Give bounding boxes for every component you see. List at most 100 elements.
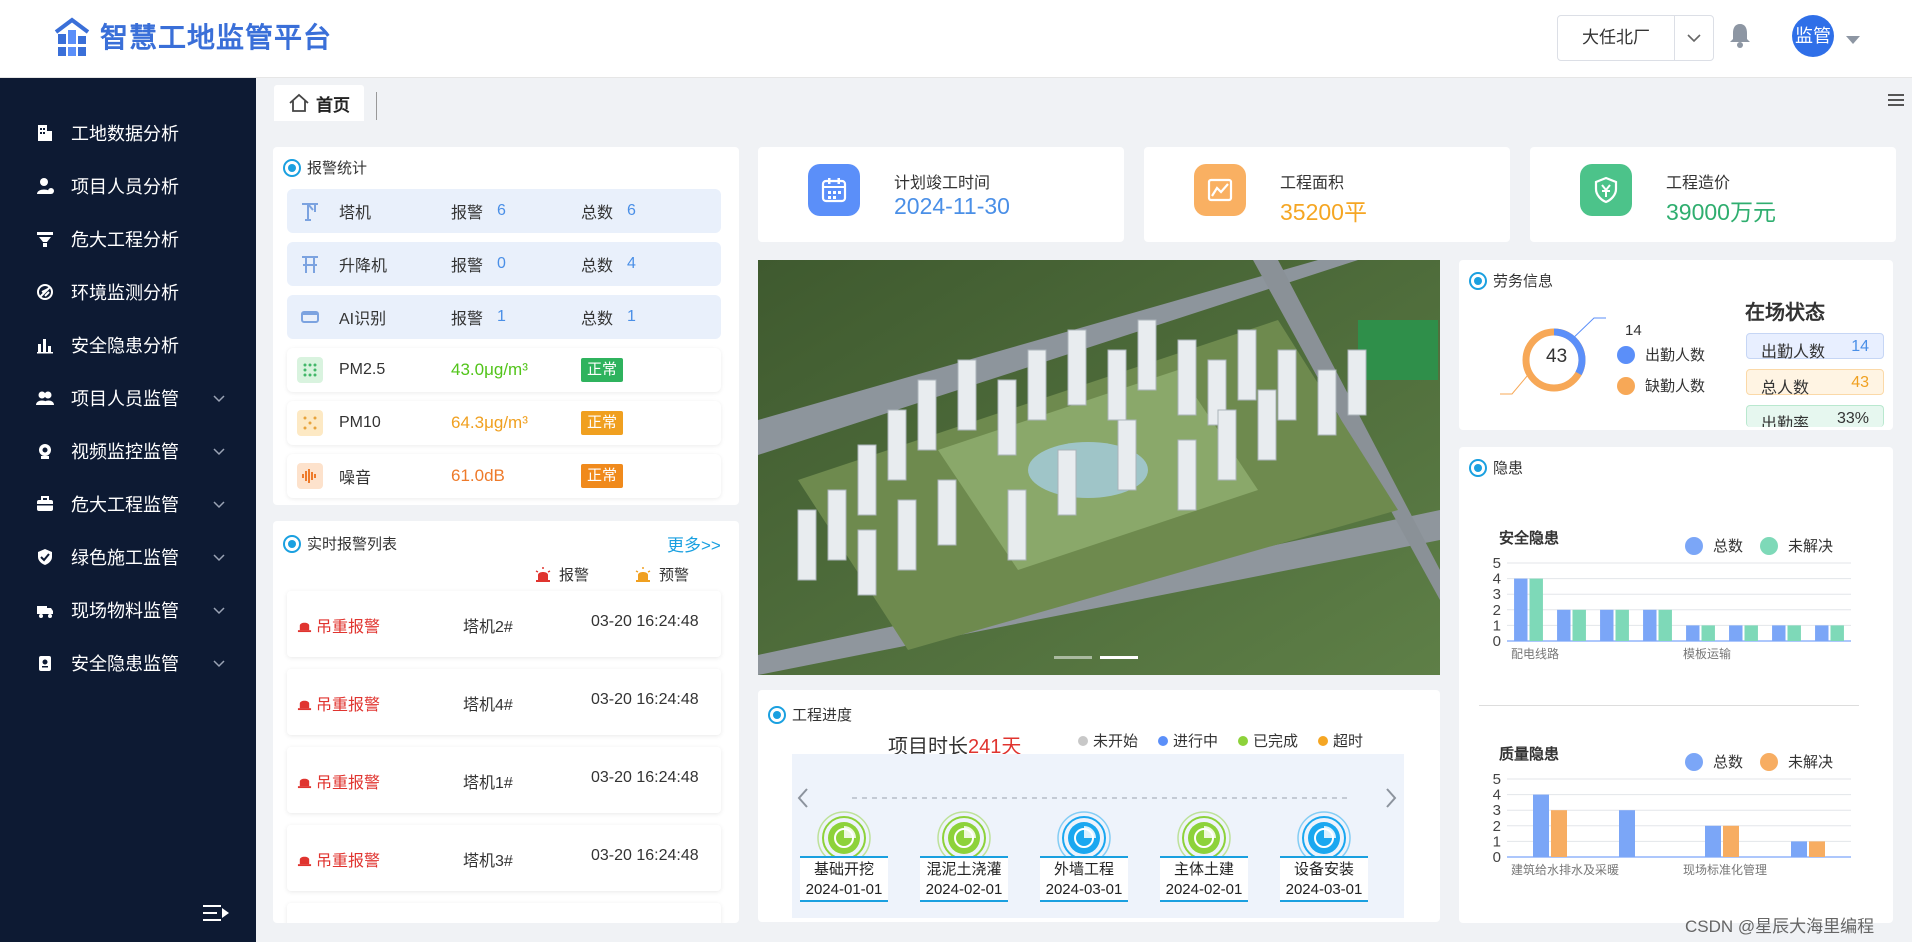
site-select[interactable]: 大任北厂 (1557, 15, 1714, 61)
legend-warning: 预警 (635, 564, 689, 585)
alarm-row-ai-recognition[interactable]: AI识别 报警 1 总数 1 (287, 295, 721, 339)
device-name: AI识别 (339, 311, 387, 328)
env-row-pm25[interactable]: PM2.5 43.0μg/m³ 正常 (287, 348, 721, 392)
pm10-icon (297, 410, 323, 436)
stat-label: 工程造价 (1666, 175, 1731, 192)
site-banner-image[interactable] (758, 260, 1440, 675)
carousel-dot-active[interactable] (1100, 656, 1138, 659)
logo[interactable]: 智慧工地监管平台 (52, 14, 332, 58)
alarm-type: 吊重报警 (297, 769, 380, 793)
sidebar-item-label: 工地数据分析 (71, 123, 179, 144)
alarm-type-text: 吊重报警 (316, 853, 381, 870)
total-label: 总数 (581, 205, 614, 222)
alarm-type: 吊重报警 (297, 691, 380, 715)
bar (1643, 609, 1657, 641)
siren-icon (297, 700, 312, 710)
menu-icon[interactable] (1888, 92, 1904, 113)
hazard-title: 隐患 (1469, 457, 1523, 478)
alarm-count: 0 (497, 255, 506, 272)
bar (1557, 609, 1571, 641)
progress-card: 工程进度 项目时长241天 未开始 进行中 已完成 超时 基础开挖 2024-01… (758, 690, 1440, 922)
sidebar-item-safety-supervision[interactable]: 安全隐患监管 (0, 636, 256, 689)
chevron-down-icon[interactable] (1675, 16, 1713, 60)
stat-label: 计划竣工时间 (894, 175, 991, 192)
sidebar-item-safety-analysis[interactable]: 安全隐患分析 (0, 318, 256, 371)
progress-title-text: 工程进度 (792, 707, 853, 724)
alarm-time: 03-20 16:24:48 (591, 847, 699, 864)
y-tick-label: 1 (1493, 833, 1501, 850)
sidebar-item-environment-analysis[interactable]: 环境监测分析 (0, 265, 256, 318)
stat-label: 工程面积 (1280, 175, 1345, 192)
chevron-down-icon[interactable] (213, 652, 225, 673)
total-count: 4 (627, 255, 636, 272)
chevron-down-icon[interactable] (213, 493, 225, 514)
alarm-time: 03-20 16:24:48 (591, 769, 699, 786)
tab-home[interactable]: 首页 (274, 85, 364, 121)
legend-alarm: 报警 (535, 564, 589, 585)
home-icon (289, 93, 309, 112)
legend-label: 缺勤人数 (1645, 378, 1706, 395)
noise-icon (297, 463, 323, 489)
total-label: 总数 (581, 258, 614, 275)
chevron-down-icon[interactable] (213, 440, 225, 461)
sidebar-item-hazard-project-analysis[interactable]: 危大工程分析 (0, 212, 256, 265)
chevron-down-icon[interactable] (213, 599, 225, 620)
clipboard-icon (35, 653, 55, 673)
more-link[interactable]: 更多>> (667, 531, 721, 556)
hazard-title-text: 隐患 (1493, 460, 1524, 477)
ring-icon (1469, 271, 1487, 290)
carousel-dot[interactable] (1054, 656, 1092, 659)
sidebar-item-label: 环境监测分析 (71, 282, 179, 303)
people-icon (35, 388, 55, 408)
present-count-pill: 出勤人数 14 (1746, 333, 1884, 361)
bar (1705, 825, 1721, 857)
sidebar-item-site-data-analysis[interactable]: 工地数据分析 (0, 106, 256, 159)
alarm-row-tower-crane[interactable]: 塔机 报警 6 总数 6 (287, 189, 721, 233)
sidebar-item-label: 视频监控监管 (71, 441, 179, 462)
total-label: 总数 (581, 311, 614, 328)
labor-title-text: 劳务信息 (1493, 273, 1554, 290)
chevron-left-icon[interactable] (796, 787, 810, 814)
donut-callout-value: 14 (1625, 322, 1642, 339)
alarm-list-row[interactable]: 吊重报警 塔机3# 03-20 16:24:48 (287, 825, 721, 891)
sidebar-item-material-supervision[interactable]: 现场物料监管 (0, 583, 256, 636)
alarm-device: 塔机3# (463, 853, 513, 870)
bar (1701, 625, 1715, 641)
sidebar-item-staff-analysis[interactable]: 项目人员分析 (0, 159, 256, 212)
sidebar-item-green-construction[interactable]: 绿色施工监管 (0, 530, 256, 583)
chevron-right-icon[interactable] (1384, 787, 1398, 814)
alarm-list-row[interactable]: 吊重报警 塔机4# 03-20 16:24:48 (287, 669, 721, 735)
env-row-noise[interactable]: 噪音 61.0dB 正常 (287, 454, 721, 498)
legend-absent: 缺勤人数 (1617, 375, 1705, 396)
ring-icon (283, 158, 301, 177)
alarm-list-row[interactable]: 吊重报警 塔机2# 03-20 16:24:48 (287, 591, 721, 657)
funnel-icon (35, 229, 55, 249)
chevron-down-icon[interactable] (213, 387, 225, 408)
watermark: CSDN @星辰大海里编程 (1685, 917, 1875, 936)
avatar[interactable]: 监管 (1792, 15, 1834, 57)
legend-warning-label: 预警 (659, 567, 690, 584)
status-badge: 正常 (581, 464, 624, 488)
sidebar-item-label: 危大工程监管 (71, 494, 179, 515)
sidebar-item-staff-supervision[interactable]: 项目人员监管 (0, 371, 256, 424)
sidebar-item-label: 项目人员分析 (71, 176, 179, 197)
ring-icon (768, 705, 786, 724)
alarm-list-row[interactable]: 吊重报警 塔机1# 03-20 16:24:48 (287, 747, 721, 813)
env-row-pm10[interactable]: PM10 64.3μg/m³ 正常 (287, 401, 721, 445)
bell-icon[interactable] (1729, 22, 1751, 53)
pm25-icon (297, 357, 323, 383)
tab-divider (376, 92, 377, 120)
bar (1744, 625, 1758, 641)
yuan-shield-icon (1580, 164, 1632, 216)
chevron-down-icon[interactable] (213, 546, 225, 567)
y-tick-label: 3 (1493, 802, 1501, 819)
sidebar-item-video-supervision[interactable]: 视频监控监管 (0, 424, 256, 477)
caret-down-icon[interactable] (1846, 32, 1860, 50)
sidebar-item-label: 安全隐患监管 (71, 653, 179, 674)
y-tick-label: 2 (1493, 602, 1501, 619)
collapse-menu-icon[interactable] (202, 903, 230, 928)
stage-date: 2024-02-01 (925, 881, 1003, 898)
alarm-device: 塔机4# (463, 697, 513, 714)
alarm-row-elevator[interactable]: 升降机 报警 0 总数 4 (287, 242, 721, 286)
sidebar-item-hazard-project-supervision[interactable]: 危大工程监管 (0, 477, 256, 530)
